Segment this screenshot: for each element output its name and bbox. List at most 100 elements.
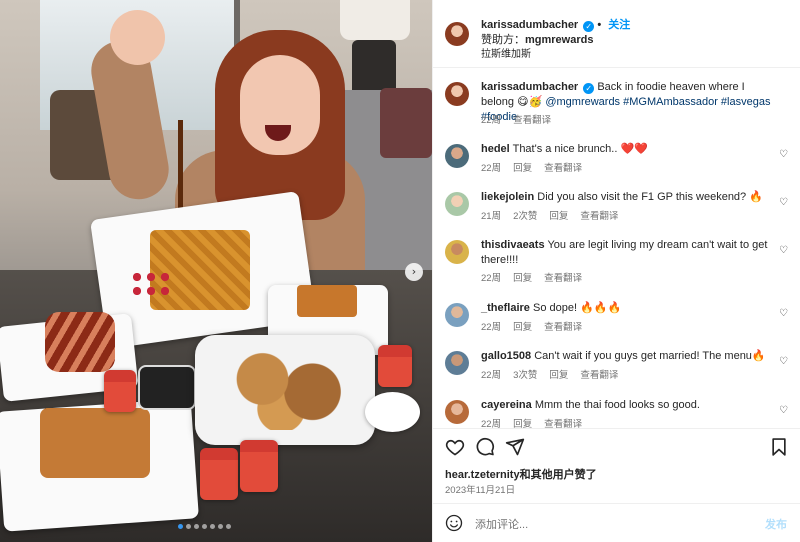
reply-link[interactable]: 回复 xyxy=(549,211,568,222)
comment-username[interactable]: gallo1508 xyxy=(481,350,531,362)
carousel-dot[interactable] xyxy=(218,524,223,529)
translate-link[interactable]: 查看翻译 xyxy=(580,370,618,381)
comment-username[interactable]: liekejolein xyxy=(481,191,534,203)
emoji-icon[interactable] xyxy=(445,514,463,532)
reply-link[interactable]: 回复 xyxy=(513,419,532,428)
comment-likes[interactable]: 3次赞 xyxy=(513,370,537,381)
caption-meta: 22周 查看翻译 xyxy=(481,112,563,126)
post-date: 2023年11月21日 xyxy=(445,485,516,496)
comment-like-icon[interactable]: ♡ xyxy=(779,406,789,416)
avatar[interactable] xyxy=(445,400,469,424)
reply-link[interactable]: 回复 xyxy=(513,163,532,174)
post-location[interactable]: 拉斯维加斯 xyxy=(481,45,531,60)
likes-user[interactable]: hear.tzeternity xyxy=(445,469,520,481)
photo-jam-jar xyxy=(378,345,412,387)
post-photo[interactable]: › xyxy=(0,0,432,542)
comment-time: 22周 xyxy=(481,419,502,428)
comment-text: gallo1508 Can't wait if you guys get mar… xyxy=(481,349,771,364)
photo-lamp xyxy=(340,0,410,40)
comment-like-icon[interactable]: ♡ xyxy=(779,309,789,319)
follow-button[interactable]: 关注 xyxy=(608,19,630,31)
reply-link[interactable]: 回复 xyxy=(513,273,532,284)
comment-body: Mmm the thai food looks so good. xyxy=(534,399,700,411)
avatar[interactable] xyxy=(445,351,469,375)
avatar[interactable] xyxy=(445,240,469,264)
comment-body: So dope! 🔥🔥🔥 xyxy=(532,302,622,314)
post-comment-button[interactable]: 发布 xyxy=(765,516,787,532)
comment-time: 22周 xyxy=(481,370,502,381)
sponsor-name[interactable]: mgmrewards xyxy=(525,34,593,46)
comment-text: hedel That's a nice brunch.. ❤️❤️ xyxy=(481,142,771,157)
comment-time: 22周 xyxy=(481,322,502,333)
comment-meta: 22周 回复 查看翻译 xyxy=(481,319,594,333)
photo-jam-jar xyxy=(104,370,136,412)
comment-time: 22周 xyxy=(481,273,502,284)
comment-like-icon[interactable]: ♡ xyxy=(779,246,789,256)
likes-rest: 和其他用户赞了 xyxy=(519,469,597,481)
photo-hand xyxy=(110,10,165,65)
translate-link[interactable]: 查看翻译 xyxy=(544,273,582,284)
comment-meta: 21周 2次赞 回复 查看翻译 xyxy=(481,208,630,222)
post-side-panel: karissadumbacher ✓ • 关注 赞助方：mgmrewards 拉… xyxy=(432,0,800,542)
reply-link[interactable]: 回复 xyxy=(513,322,532,333)
comment-text: thisdivaeats You are legit living my dre… xyxy=(481,238,771,268)
caption-time: 22周 xyxy=(481,115,502,126)
comment-text: _theflaire So dope! 🔥🔥🔥 xyxy=(481,301,771,316)
avatar[interactable] xyxy=(445,192,469,216)
translate-link[interactable]: 查看翻译 xyxy=(580,211,618,222)
comment-likes[interactable]: 2次赞 xyxy=(513,211,537,222)
comment-text: cayereina Mmm the thai food looks so goo… xyxy=(481,398,771,413)
comment-like-icon[interactable]: ♡ xyxy=(779,150,789,160)
carousel-dot[interactable] xyxy=(194,524,199,529)
translate-link[interactable]: 查看翻译 xyxy=(513,115,551,126)
photo-jam-jar xyxy=(240,440,278,492)
comment-body: Can't wait if you guys get married! The … xyxy=(534,350,766,362)
carousel-dot[interactable] xyxy=(210,524,215,529)
comment-input[interactable]: 添加评论... xyxy=(475,516,528,532)
comment-text: liekejolein Did you also visit the F1 GP… xyxy=(481,190,771,205)
carousel-dot[interactable] xyxy=(226,524,231,529)
translate-link[interactable]: 查看翻译 xyxy=(544,419,582,428)
avatar[interactable] xyxy=(445,303,469,327)
photo-syrup-cup xyxy=(138,365,196,410)
heart-icon[interactable] xyxy=(445,437,465,457)
post-author: karissadumbacher ✓ • 关注 xyxy=(481,19,631,32)
carousel-dot[interactable] xyxy=(186,524,191,529)
comment-username[interactable]: thisdivaeats xyxy=(481,239,545,251)
action-bar xyxy=(433,428,800,468)
comment-username[interactable]: hedel xyxy=(481,143,510,155)
comment-like-icon[interactable]: ♡ xyxy=(779,198,789,208)
share-icon[interactable] xyxy=(505,437,525,457)
comment-like-icon[interactable]: ♡ xyxy=(779,357,789,367)
avatar[interactable] xyxy=(445,144,469,168)
photo-pastries xyxy=(225,345,350,430)
translate-link[interactable]: 查看翻译 xyxy=(544,163,582,174)
bookmark-icon[interactable] xyxy=(769,437,789,457)
carousel-dots xyxy=(178,524,231,529)
post-header: karissadumbacher ✓ • 关注 赞助方：mgmrewards 拉… xyxy=(433,0,800,68)
photo-pillow xyxy=(380,88,432,158)
comment-meta: 22周 回复 查看翻译 xyxy=(481,160,594,174)
carousel-dot[interactable] xyxy=(202,524,207,529)
comment-time: 21周 xyxy=(481,211,502,222)
chevron-right-icon[interactable]: › xyxy=(405,263,423,281)
photo-toast xyxy=(297,285,357,317)
comment-meta: 22周 3次赞 回复 查看翻译 xyxy=(481,367,630,381)
photo-butter-dish xyxy=(365,392,420,432)
comment-username[interactable]: cayereina xyxy=(481,399,532,411)
carousel-dot[interactable] xyxy=(178,524,183,529)
comment-body: That's a nice brunch.. ❤️❤️ xyxy=(512,143,648,155)
translate-link[interactable]: 查看翻译 xyxy=(544,322,582,333)
comment-username[interactable]: _theflaire xyxy=(481,302,530,314)
comment-icon[interactable] xyxy=(475,437,495,457)
likes-summary[interactable]: hear.tzeternity和其他用户赞了 xyxy=(445,466,597,482)
photo-jam-jar xyxy=(200,448,238,500)
comment-body: Did you also visit the F1 GP this weeken… xyxy=(537,191,763,203)
avatar[interactable] xyxy=(445,22,469,46)
caption-username[interactable]: karissadumbacher xyxy=(481,81,578,93)
avatar[interactable] xyxy=(445,82,469,106)
comments-list[interactable]: karissadumbacher ✓ Back in foodie heaven… xyxy=(433,68,800,428)
author-username[interactable]: karissadumbacher xyxy=(481,19,578,31)
photo-bacon xyxy=(45,312,115,372)
reply-link[interactable]: 回复 xyxy=(549,370,568,381)
